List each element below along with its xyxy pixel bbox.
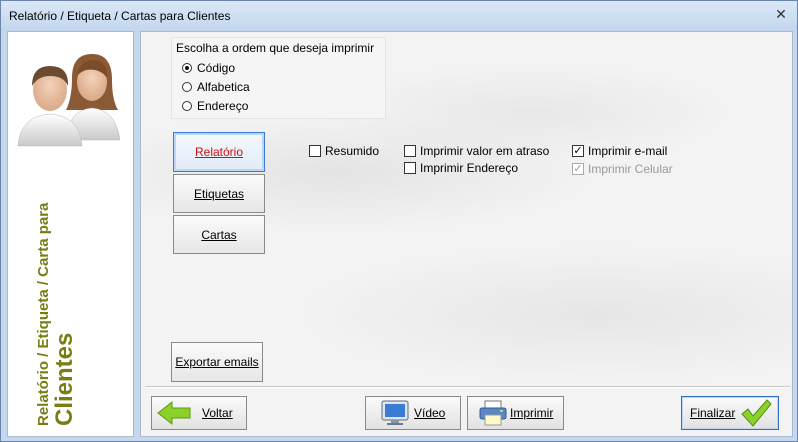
order-group-label: Escolha a ordem que deseja imprimir — [176, 41, 375, 55]
endereco-label: Imprimir Endereço — [420, 161, 519, 175]
finalizar-label: Finalizar — [690, 406, 736, 420]
option-valor-atraso[interactable]: Imprimir valor em atraso — [404, 143, 549, 159]
resumido-label: Resumido — [325, 144, 380, 158]
main-panel: Escolha a ordem que deseja imprimir Códi… — [140, 31, 793, 437]
finalizar-button[interactable]: Finalizar — [681, 396, 779, 430]
title-bar: Relatório / Etiqueta / Cartas para Clien… — [1, 1, 797, 31]
etiquetas-button[interactable]: Etiquetas — [173, 174, 265, 213]
order-group: Escolha a ordem que deseja imprimir Códi… — [171, 37, 386, 119]
radio-alfabetica-label: Alfabetica — [197, 80, 250, 94]
sidebar-title-line1: Relatório / Etiqueta / Carta para — [35, 202, 52, 426]
radio-endereco[interactable]: Endereço — [182, 98, 248, 114]
close-icon[interactable]: ✕ — [771, 6, 791, 24]
celular-checkbox: ✓ — [572, 162, 584, 175]
resumido-checkbox[interactable] — [309, 145, 321, 157]
radio-endereco-label: Endereço — [197, 99, 249, 113]
email-label: Imprimir e-mail — [588, 144, 668, 158]
sidebar-title-line2: Clientes — [51, 332, 78, 426]
radio-alfabetica-indicator[interactable] — [182, 82, 192, 92]
valor-atraso-checkbox[interactable] — [404, 145, 416, 157]
arrow-left-icon — [157, 400, 191, 426]
printer-icon — [479, 400, 507, 426]
voltar-label: Voltar — [202, 406, 233, 420]
window-title: Relatório / Etiqueta / Cartas para Clien… — [9, 9, 231, 23]
endereco-checkbox[interactable] — [404, 162, 416, 174]
video-label: Vídeo — [414, 406, 446, 420]
option-celular: ✓ Imprimir Celular — [572, 161, 673, 177]
cartas-button[interactable]: Cartas — [173, 215, 265, 254]
exportar-emails-button[interactable]: Exportar emails — [171, 342, 263, 382]
email-checkbox[interactable]: ✓ — [572, 145, 584, 157]
radio-alfabetica[interactable]: Alfabetica — [182, 79, 250, 95]
video-button[interactable]: Vídeo — [365, 396, 461, 430]
voltar-button[interactable]: Voltar — [151, 396, 247, 430]
imprimir-label: Imprimir — [510, 406, 554, 420]
option-resumido[interactable]: Resumido — [309, 143, 379, 159]
radio-endereco-indicator[interactable] — [182, 101, 192, 111]
radio-codigo-indicator[interactable] — [182, 63, 192, 73]
option-email[interactable]: ✓ Imprimir e-mail — [572, 143, 667, 159]
radio-codigo[interactable]: Código — [182, 60, 235, 76]
radio-codigo-label: Código — [197, 61, 236, 75]
celular-label: Imprimir Celular — [588, 162, 673, 176]
valor-atraso-label: Imprimir valor em atraso — [420, 144, 550, 158]
footer-divider — [145, 386, 790, 388]
sidebar-panel: Relatório / Etiqueta / Carta para Client… — [7, 31, 134, 437]
relatorio-button[interactable]: Relatório — [173, 132, 265, 172]
monitor-icon — [381, 400, 409, 425]
imprimir-button[interactable]: Imprimir — [467, 396, 564, 430]
sidebar-vertical-title: Relatório / Etiqueta / Carta para Client… — [35, 86, 78, 426]
main-window: Relatório / Etiqueta / Cartas para Clien… — [0, 0, 798, 442]
option-endereco[interactable]: Imprimir Endereço — [404, 160, 518, 176]
checkmark-icon — [741, 399, 773, 427]
